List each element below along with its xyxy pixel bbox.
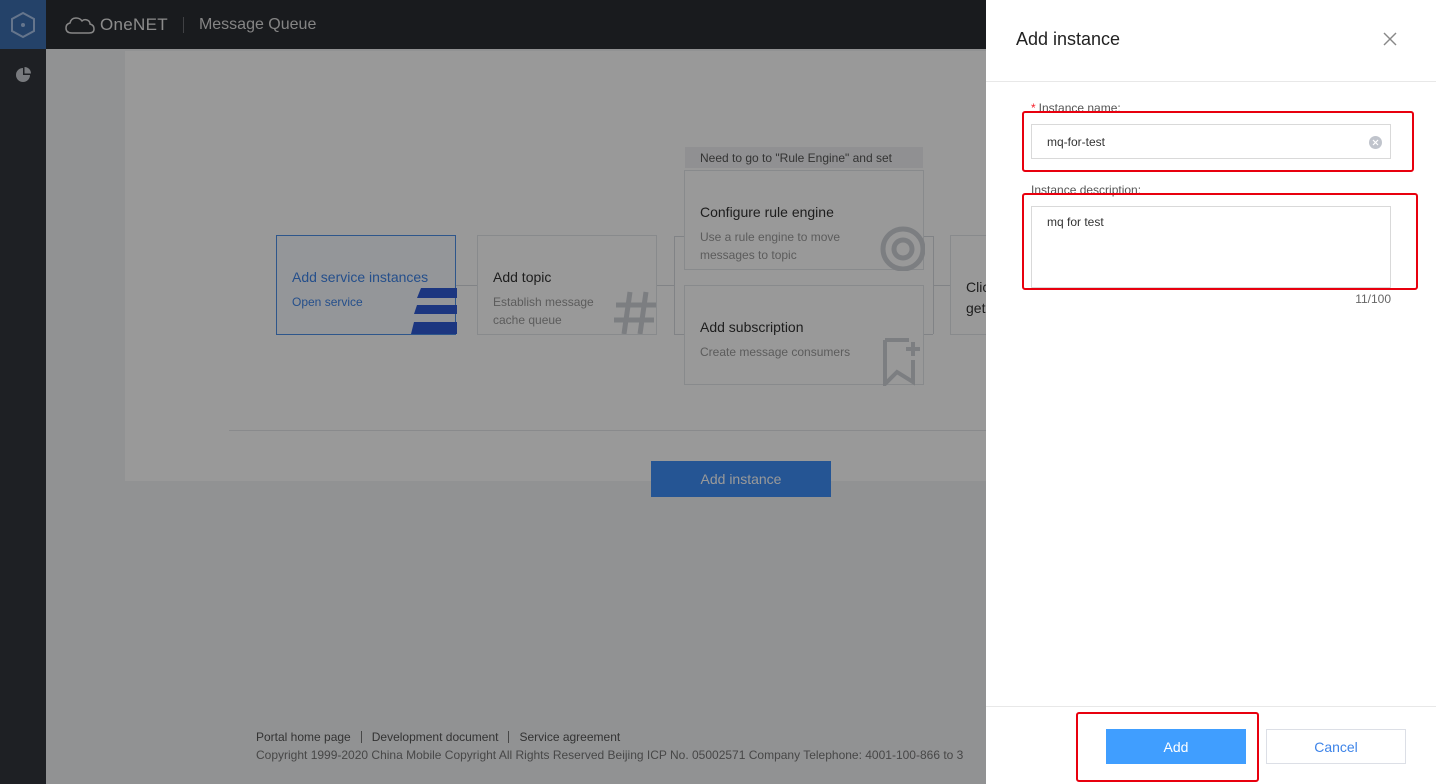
- drawer-header: Add instance: [986, 0, 1436, 82]
- highlight-box: [1022, 111, 1414, 172]
- char-counter: 11/100: [1355, 292, 1391, 306]
- cancel-button[interactable]: Cancel: [1266, 729, 1406, 764]
- highlight-box: [1022, 193, 1418, 290]
- modal-overlay[interactable]: [0, 0, 986, 784]
- add-instance-drawer: Add instance *Instance name: Instance de…: [986, 0, 1436, 784]
- highlight-box: [1076, 712, 1259, 782]
- drawer-title: Add instance: [1016, 29, 1121, 49]
- close-icon[interactable]: [1382, 31, 1398, 47]
